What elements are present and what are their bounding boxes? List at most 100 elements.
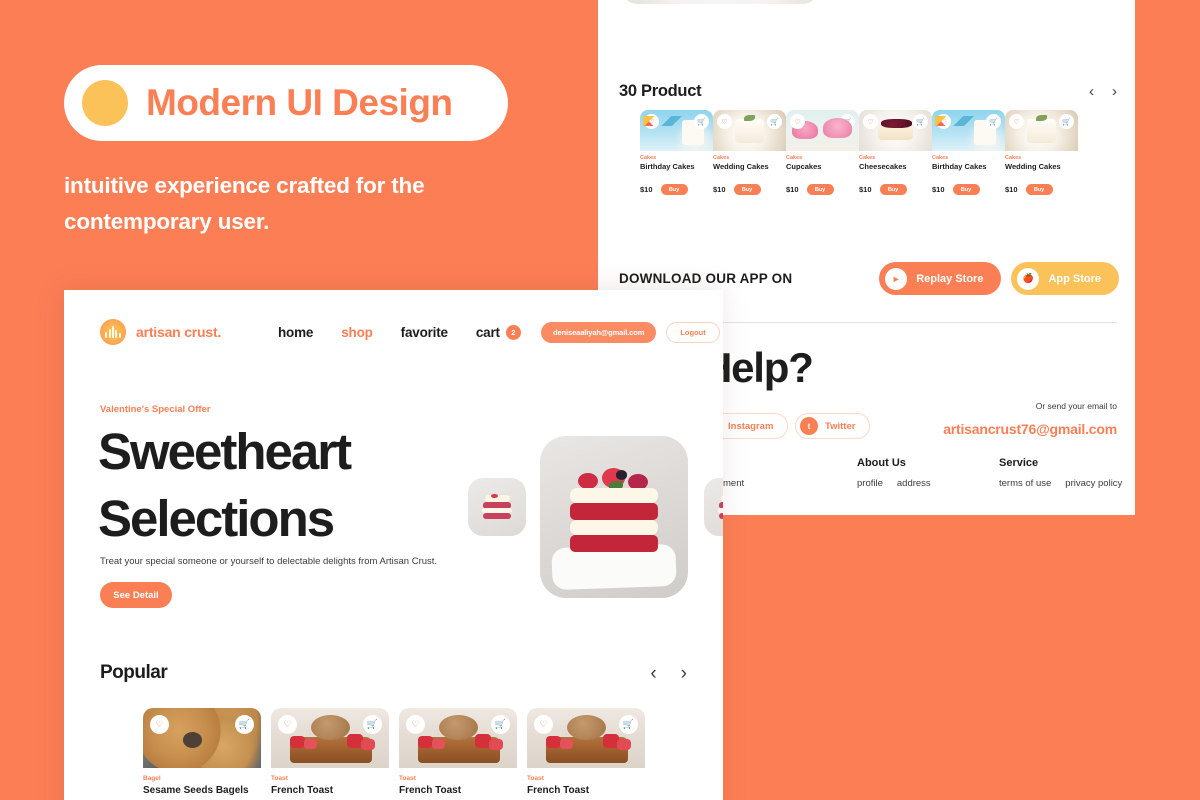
- popular-card[interactable]: ♡🛒ToastFrench Toast$10Buy: [271, 708, 399, 800]
- footer-column-about-us: About Us profile address: [857, 457, 931, 489]
- popular-grid: ♡🛒BagelSesame Seeds Bagels$10Buy♡🛒ToastF…: [131, 696, 655, 800]
- account-email-pill[interactable]: deniseaaliyah@gmail.com: [541, 321, 657, 343]
- popular-title: Popular: [100, 662, 168, 683]
- play-icon: ►: [885, 267, 908, 290]
- popular-name: French Toast: [271, 785, 334, 796]
- product-category: Cakes: [713, 155, 730, 161]
- popular-card[interactable]: ♡🛒BagelSesame Seeds Bagels$10Buy: [131, 696, 283, 800]
- popular-carousel-controls: ‹ ›: [650, 664, 687, 683]
- popular-category: Toast: [527, 775, 544, 782]
- footer-column-title: Service: [999, 457, 1039, 469]
- popular-image: ♡ 🛒: [143, 708, 261, 768]
- product-name: Wedding Cakes: [713, 162, 769, 171]
- footer-link[interactable]: address: [897, 478, 931, 489]
- nav-links: home shop favorite cart 2: [278, 324, 521, 340]
- cart-icon[interactable]: 🛒: [913, 114, 928, 129]
- heart-icon[interactable]: ♡: [644, 114, 659, 129]
- replay-store-button[interactable]: ► Replay Store: [879, 262, 1002, 295]
- apple-icon: 🍎: [1017, 267, 1040, 290]
- buy-button[interactable]: Buy: [1025, 184, 1053, 195]
- popular-image: ♡ 🛒: [399, 708, 517, 768]
- product-card[interactable]: ♡ 🛒 Cakes Birthday Cakes $10 Buy: [633, 103, 720, 207]
- footer-link[interactable]: privacy policy: [1065, 478, 1122, 489]
- hero-thumbnail-right[interactable]: [704, 478, 723, 536]
- buy-button[interactable]: Buy: [952, 184, 980, 195]
- cart-label: cart: [475, 324, 500, 340]
- nav-item-shop[interactable]: shop: [341, 325, 373, 340]
- product-card[interactable]: ♡ 🛒 Cakes Cheesecakes $10 Buy: [859, 110, 932, 195]
- buy-button[interactable]: Buy: [660, 184, 688, 195]
- cart-icon[interactable]: 🛒: [619, 715, 638, 734]
- product-card[interactable]: ♡ 🛒 Cakes Wedding Cakes $10 Buy: [713, 110, 786, 195]
- cart-count-badge: 2: [505, 324, 521, 340]
- popular-name: French Toast: [399, 785, 462, 796]
- product-footer: $10 Buy: [859, 184, 932, 195]
- buy-button[interactable]: Buy: [806, 184, 834, 195]
- cart-icon[interactable]: 🛒: [840, 114, 855, 129]
- product-category: Cakes: [786, 155, 803, 161]
- heart-icon[interactable]: ♡: [936, 114, 951, 129]
- download-label: DOWNLOAD OUR APP ON: [619, 271, 793, 286]
- logout-button[interactable]: Logout: [666, 321, 720, 343]
- product-price: $10: [786, 185, 799, 194]
- brand-name: artisan crust.: [136, 324, 222, 340]
- cart-icon[interactable]: 🛒: [767, 114, 782, 129]
- heart-icon[interactable]: ♡: [150, 715, 169, 734]
- see-detail-button[interactable]: See Detail: [100, 582, 172, 608]
- chevron-right-icon[interactable]: ›: [1112, 84, 1117, 99]
- navbar: artisan crust. home shop favorite cart 2…: [64, 290, 723, 374]
- product-image: ♡ 🛒: [859, 110, 932, 151]
- cart-icon[interactable]: 🛒: [986, 114, 1001, 129]
- cart-icon[interactable]: 🛒: [363, 715, 382, 734]
- chevron-right-icon[interactable]: ›: [681, 664, 687, 683]
- nav-item-favorite[interactable]: favorite: [401, 325, 448, 340]
- buy-button[interactable]: Buy: [879, 184, 907, 195]
- popular-category: Bagel: [143, 775, 161, 782]
- heart-icon[interactable]: ♡: [406, 715, 425, 734]
- app-store-button[interactable]: 🍎 App Store: [1011, 262, 1119, 295]
- cart-icon[interactable]: 🛒: [694, 114, 709, 129]
- hero-thumbnail-left[interactable]: [468, 478, 526, 536]
- nav-item-home[interactable]: home: [278, 325, 313, 340]
- chevron-left-icon[interactable]: ‹: [650, 664, 656, 683]
- cart-icon[interactable]: 🛒: [491, 715, 510, 734]
- twitter-button[interactable]: t Twitter: [795, 413, 871, 439]
- hero-product-image[interactable]: [540, 436, 688, 598]
- product-footer: $10 Buy: [786, 184, 859, 195]
- nav-item-cart[interactable]: cart 2: [475, 324, 521, 340]
- footer-link[interactable]: terms of use: [999, 478, 1051, 489]
- heart-icon[interactable]: ♡: [863, 114, 878, 129]
- hero-description: Treat your special someone or yourself t…: [100, 556, 438, 567]
- cart-icon[interactable]: 🛒: [235, 715, 254, 734]
- heart-icon[interactable]: ♡: [278, 715, 297, 734]
- product-category: Cakes: [932, 155, 949, 161]
- footer-link[interactable]: profile: [857, 478, 883, 489]
- store-buttons: ► Replay Store 🍎 App Store: [879, 262, 1119, 295]
- circle-icon: [82, 80, 128, 126]
- product-name: Wedding Cakes: [1005, 162, 1061, 171]
- popular-card[interactable]: ♡🛒ToastFrench Toast$10Buy: [399, 708, 527, 800]
- account-area: deniseaaliyah@gmail.com Logout: [541, 321, 720, 343]
- heart-icon[interactable]: ♡: [534, 715, 553, 734]
- heart-icon[interactable]: ♡: [717, 114, 732, 129]
- product-card[interactable]: ♡ 🛒 Cakes Wedding Cakes $10 Buy: [1005, 110, 1078, 195]
- footer-column-title: About Us: [857, 457, 906, 469]
- popular-card[interactable]: ♡🛒ToastFrench Toast$10Buy: [527, 708, 655, 800]
- product-footer: $10 Buy: [932, 184, 1005, 195]
- buy-button[interactable]: Buy: [733, 184, 761, 195]
- product-name: Birthday Cakes: [932, 162, 987, 171]
- popular-name: French Toast: [527, 785, 590, 796]
- product-card[interactable]: ♡ 🛒 Cakes Cupcakes $10 Buy: [786, 110, 859, 195]
- contact-email[interactable]: artisancrust76@gmail.com: [943, 421, 1117, 437]
- product-image: ♡ 🛒: [640, 110, 713, 151]
- popular-image: ♡ 🛒: [527, 708, 645, 768]
- heart-icon[interactable]: ♡: [790, 114, 805, 129]
- product-image: ♡ 🛒: [932, 110, 1005, 151]
- chevron-left-icon[interactable]: ‹: [1089, 84, 1094, 99]
- promo-badge: Modern UI Design: [64, 65, 508, 141]
- product-image: ♡ 🛒: [713, 110, 786, 151]
- brand[interactable]: artisan crust.: [100, 319, 221, 345]
- product-card[interactable]: ♡ 🛒 Cakes Birthday Cakes $10 Buy: [932, 110, 1005, 195]
- cart-icon[interactable]: 🛒: [1059, 114, 1074, 129]
- heart-icon[interactable]: ♡: [1009, 114, 1024, 129]
